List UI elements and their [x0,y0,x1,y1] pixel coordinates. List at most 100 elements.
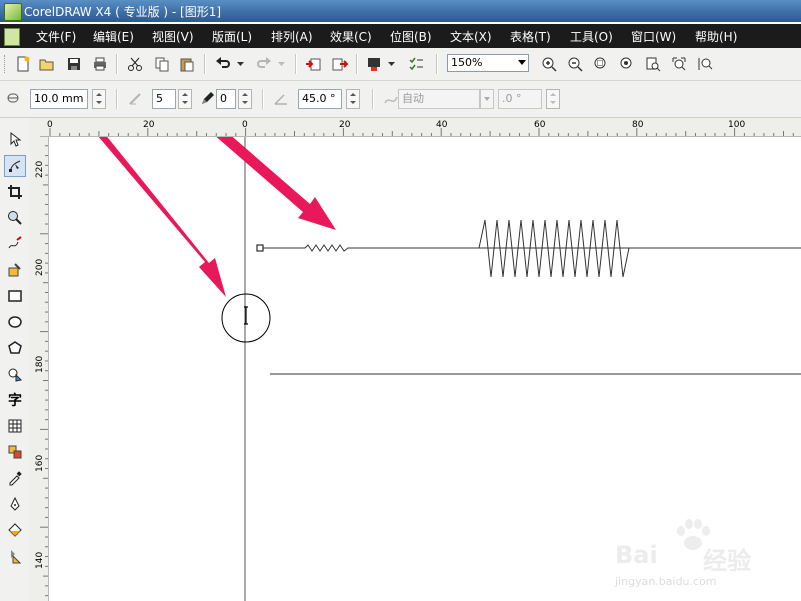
zoom-in-icon[interactable] [538,53,560,75]
freehand-smoothing-icon [383,91,399,107]
count-input[interactable]: 5 [152,89,176,109]
shape-tool-icon[interactable] [4,155,26,177]
undo-icon[interactable] [212,53,234,75]
property-bar: 10.0 mm 5 0 45.0 ° 自动 .0 ° [0,81,801,118]
coreldraw-app-icon [4,3,22,21]
ruler-label: 20 [143,120,155,130]
menu-help[interactable]: 帮助(H) [695,28,737,45]
pencil-icon [199,91,215,107]
angle-spinner[interactable] [346,89,360,109]
ruler-label: 200 [35,258,45,276]
zoom-to-selection-icon[interactable] [590,53,612,75]
menu-edit[interactable]: 编辑(E) [93,28,134,45]
ruler-label: 40 [436,120,448,130]
watermark-brand: Bai [615,541,658,569]
menu-text[interactable]: 文本(X) [450,28,492,45]
toolbar-separator [116,89,118,109]
degree-spinner [546,89,560,109]
drawing-canvas[interactable]: Bai 经验 jingyan.baidu.com [49,137,801,601]
menu-file[interactable]: 文件(F) [36,28,76,45]
toolbar-separator [262,89,264,109]
toolbar-separator [295,54,297,74]
copy-icon[interactable] [151,53,173,75]
publish-dropdown-icon[interactable] [386,53,398,75]
annotation-arrow [216,137,336,230]
new-document-icon[interactable] [12,53,34,75]
interactive-fill-tool-icon[interactable] [4,545,26,567]
zoom-out-icon[interactable] [564,53,586,75]
size-spinner[interactable] [92,89,106,109]
outline-spinner[interactable] [238,89,252,109]
rectangle-tool-icon[interactable] [4,285,26,307]
ellipse-tool-icon[interactable] [4,311,26,333]
toolbar-separator [356,54,358,74]
export-icon[interactable] [329,53,351,75]
ruler-label: 140 [35,551,45,569]
basic-shapes-tool-icon[interactable] [4,363,26,385]
zoom-level-value: 150% [451,56,483,69]
undo-dropdown-icon[interactable] [235,53,247,75]
small-zigzag-line [263,244,801,252]
degree-input: .0 ° [498,89,542,109]
zoom-tool-icon[interactable] [4,207,26,229]
outline-input[interactable]: 0 [216,89,236,109]
polygon-tool-icon[interactable] [4,337,26,359]
redo-icon [253,53,275,75]
pen-angle-icon [127,91,143,107]
ruler-label: 100 [728,120,746,130]
chevron-down-icon[interactable] [518,60,526,65]
smart-fill-tool-icon[interactable] [4,259,26,281]
pick-tool-icon[interactable] [4,128,26,150]
menu-arrange[interactable]: 排列(A) [271,28,313,45]
ruler-label: 0 [242,120,248,130]
menu-table[interactable]: 表格(T) [510,28,551,45]
size-input[interactable]: 10.0 mm [30,89,88,109]
menu-bitmaps[interactable]: 位图(B) [390,28,432,45]
cut-icon[interactable] [124,53,146,75]
window-title: CorelDRAW X4 ( 专业版 ) - [图形1] [24,5,222,19]
crop-tool-icon[interactable] [4,181,26,203]
ruler-label: 60 [534,120,546,130]
menu-window[interactable]: 窗口(W) [631,28,676,45]
zoom-to-page-width-icon[interactable] [668,53,690,75]
document-icon[interactable] [4,28,20,46]
open-folder-icon[interactable] [36,53,58,75]
interactive-blend-tool-icon[interactable] [4,441,26,463]
toolbar-grip[interactable] [4,55,8,73]
menu-bar: 文件(F) 编辑(E) 视图(V) 版面(L) 排列(A) 效果(C) 位图(B… [0,24,801,48]
launcher-icon[interactable] [405,53,427,75]
text-tool-glyph: 字 [8,393,22,409]
table-tool-icon[interactable] [4,415,26,437]
size-icon [6,91,20,105]
eyedropper-tool-icon[interactable] [4,467,26,489]
save-icon[interactable] [63,53,85,75]
ruler-label: 80 [632,120,644,130]
publish-icon[interactable] [363,53,385,75]
freehand-tool-icon[interactable] [4,233,26,255]
menu-layout[interactable]: 版面(L) [212,28,252,45]
menu-effects[interactable]: 效果(C) [330,28,372,45]
fill-tool-icon[interactable] [4,519,26,541]
import-icon[interactable] [302,53,324,75]
angle-input[interactable]: 45.0 ° [298,89,342,109]
zoom-level-select[interactable]: 150% [447,54,529,72]
zoom-to-all-objects-icon[interactable] [616,53,638,75]
horizontal-ruler[interactable]: 0 20 0 20 40 60 80 100 [30,118,801,137]
outline-tool-icon[interactable] [4,493,26,515]
watermark: Bai 经验 jingyan.baidu.com [615,517,765,597]
chevron-down-icon [480,89,494,109]
ruler-label: 220 [35,160,45,178]
print-icon[interactable] [89,53,111,75]
watermark-url: jingyan.baidu.com [615,575,717,588]
count-spinner[interactable] [178,89,192,109]
paste-icon[interactable] [176,53,198,75]
zoom-to-page-height-icon[interactable] [694,53,716,75]
text-tool-icon[interactable]: 字 [4,389,26,411]
toolbar-separator [116,54,118,74]
zoom-to-page-icon[interactable] [642,53,664,75]
angle-icon [273,91,289,107]
menu-view[interactable]: 视图(V) [152,28,194,45]
start-node [256,244,264,252]
menu-tools[interactable]: 工具(O) [570,28,613,45]
annotation-arrow [98,137,226,297]
